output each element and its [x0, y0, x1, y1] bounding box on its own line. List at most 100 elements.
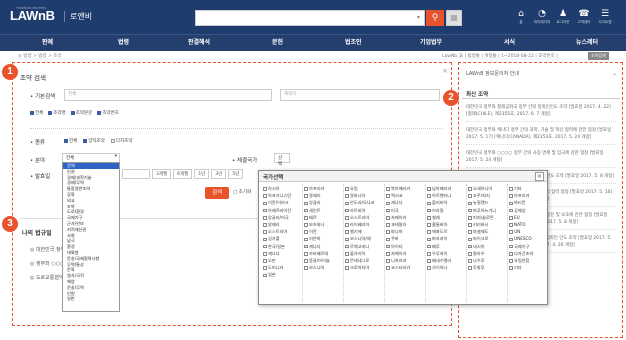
- scope-option[interactable]: 조약본문: [70, 110, 92, 116]
- date-range-button[interactable]: 6개월: [173, 169, 193, 179]
- top-sitemap-link[interactable]: ☰ 사이트맵: [596, 9, 614, 25]
- checkbox[interactable]: [386, 223, 390, 227]
- country-option[interactable]: UNESCO: [509, 235, 549, 242]
- field-dropdown-list[interactable]: 전체 인권 경제/과학기술 경제/무역 통합일반조약 강화 외교 조약 도로/환경 국제기구 군사/…: [62, 162, 120, 312]
- country-option[interactable]: 파푸아뉴기니: [468, 207, 508, 214]
- nav-item[interactable]: 문헌: [272, 37, 283, 46]
- country-option[interactable]: 볼리비아: [427, 199, 467, 206]
- checkbox[interactable]: [345, 194, 349, 198]
- country-option[interactable]: 유럽연합: [509, 257, 549, 264]
- country-option[interactable]: 국제기구: [509, 243, 549, 250]
- country-option[interactable]: 몽골/아이슬: [304, 257, 344, 264]
- checkbox[interactable]: [263, 259, 267, 263]
- country-option[interactable]: 호주/피지: [468, 192, 508, 199]
- checkbox[interactable]: [427, 244, 431, 249]
- country-option[interactable]: 베르: [304, 214, 344, 221]
- checkbox[interactable]: [345, 252, 349, 256]
- country-option[interactable]: 캐나다: [304, 243, 344, 250]
- country-option[interactable]: 피지/솔로몬: [468, 214, 508, 221]
- country-option[interactable]: 가이아나: [427, 264, 467, 271]
- checkbox[interactable]: [263, 208, 267, 213]
- nav-item[interactable]: 판례: [42, 37, 53, 46]
- field-option[interactable]: 일반: [63, 296, 119, 302]
- country-option[interactable]: 페루: [427, 243, 467, 250]
- scope-option[interactable]: 조약명: [48, 110, 66, 116]
- checkbox[interactable]: [386, 266, 390, 270]
- checkbox[interactable]: [386, 244, 390, 249]
- country-option[interactable]: 멕시코: [386, 192, 426, 199]
- country-option[interactable]: EU: [509, 214, 549, 221]
- checkbox[interactable]: [427, 237, 431, 242]
- logo-korean[interactable]: 로앤비: [64, 11, 92, 22]
- country-option[interactable]: NATO: [509, 221, 549, 228]
- checkbox[interactable]: [345, 230, 349, 234]
- checkbox[interactable]: [468, 244, 472, 249]
- country-option[interactable]: 앙골라: [304, 199, 344, 206]
- date-range-button[interactable]: 1년: [194, 169, 210, 179]
- checkbox[interactable]: [509, 252, 513, 256]
- search-icon[interactable]: ⚲: [426, 10, 444, 26]
- country-option[interactable]: 아프리카: [304, 185, 344, 192]
- checkbox[interactable]: [64, 138, 68, 143]
- scope-option[interactable]: 전체: [30, 110, 43, 116]
- checkbox[interactable]: [509, 194, 513, 198]
- checkbox[interactable]: [110, 138, 115, 143]
- country-option[interactable]: 자메이카: [386, 250, 426, 257]
- treaty-search-tab[interactable]: 조약검색: [588, 52, 609, 60]
- checkbox[interactable]: [304, 201, 308, 206]
- country-option[interactable]: 남아메리카: [427, 185, 467, 192]
- country-option[interactable]: 베네수엘라: [427, 257, 467, 264]
- nav-item[interactable]: 법령: [118, 37, 129, 46]
- checkbox[interactable]: [427, 259, 431, 263]
- kind-option[interactable]: 다자조약: [110, 138, 132, 144]
- country-option[interactable]: 캐나다: [386, 199, 426, 206]
- country-option[interactable]: 마이크로: [468, 235, 508, 242]
- country-option[interactable]: 라트비아: [345, 207, 385, 214]
- checkbox[interactable]: [386, 201, 390, 206]
- checkbox[interactable]: [345, 201, 349, 206]
- checkbox[interactable]: [263, 230, 267, 234]
- checkbox[interactable]: [468, 216, 472, 220]
- sub-nav[interactable]: LawNb 法 | 법령통 | 개정통 | 1~2018-08-22 | 조약번…: [442, 53, 558, 59]
- country-option[interactable]: 과테말라: [386, 221, 426, 228]
- grid-icon[interactable]: ▦: [446, 10, 462, 26]
- country-option[interactable]: 파라과이: [427, 235, 467, 242]
- country-option[interactable]: 오스트리아: [345, 214, 385, 221]
- checkbox[interactable]: [304, 208, 308, 213]
- country-option[interactable]: 알바니아: [345, 192, 385, 199]
- country-option[interactable]: 자메이카: [386, 214, 426, 221]
- country-option[interactable]: 라이베리아: [345, 221, 385, 228]
- checkbox[interactable]: [48, 110, 53, 115]
- country-option[interactable]: 에콰도르: [427, 228, 467, 235]
- checkbox[interactable]: [304, 187, 308, 191]
- checkbox[interactable]: [263, 223, 267, 227]
- nav-item[interactable]: 뉴스레터: [576, 37, 598, 46]
- country-option[interactable]: 크로아티아: [345, 264, 385, 271]
- checkbox[interactable]: [427, 194, 431, 198]
- checkbox[interactable]: [345, 244, 349, 249]
- checkbox[interactable]: [427, 208, 431, 213]
- checkbox[interactable]: [509, 244, 513, 249]
- country-option[interactable]: 아프리카: [509, 192, 549, 199]
- country-option[interactable]: 몬테네그로: [345, 257, 385, 264]
- country-option[interactable]: 다자간조약: [509, 250, 549, 257]
- country-option[interactable]: 오만: [263, 257, 303, 264]
- checkbox[interactable]: [263, 187, 267, 191]
- country-option[interactable]: 칠레: [427, 214, 467, 221]
- checkbox[interactable]: [345, 259, 349, 263]
- checkbox[interactable]: [386, 252, 390, 256]
- country-option[interactable]: UN: [509, 228, 549, 235]
- checkbox[interactable]: [304, 266, 308, 270]
- checkbox[interactable]: [304, 230, 308, 234]
- kind-option[interactable]: 전체: [64, 138, 77, 144]
- checkbox[interactable]: [509, 266, 513, 270]
- checkbox[interactable]: [304, 223, 308, 227]
- nav-item[interactable]: 서식: [504, 37, 515, 46]
- country-option[interactable]: 알제리: [263, 221, 303, 228]
- country-option[interactable]: 세인트: [304, 207, 344, 214]
- checkbox[interactable]: [386, 230, 390, 234]
- search-button[interactable]: 검색: [205, 187, 229, 199]
- checkbox[interactable]: [509, 223, 513, 227]
- logo[interactable]: LAWnB: [10, 8, 55, 23]
- country-option[interactable]: 마셜제도: [468, 228, 508, 235]
